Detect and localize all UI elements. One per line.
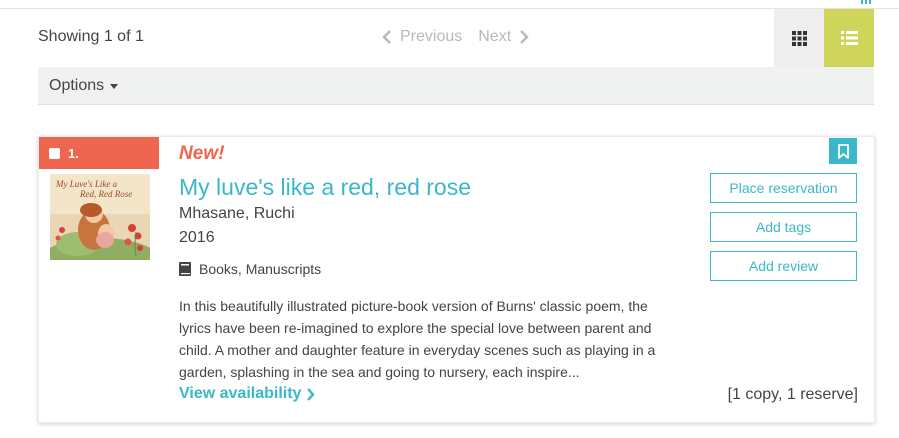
select-checkbox[interactable] [49, 147, 60, 159]
add-tags-button[interactable]: Add tags [710, 212, 857, 242]
result-number: 1. [68, 145, 79, 161]
results-toolbar: Showing 1 of 1 Previous Next [38, 9, 874, 67]
results-count: Showing 1 of 1 [38, 28, 144, 45]
result-author: Mhasane, Ruchi [179, 205, 295, 222]
result-year: 2016 [179, 229, 215, 246]
place-reservation-button[interactable]: Place reservation [710, 173, 857, 203]
options-bar: Options [38, 67, 874, 105]
svg-text:My Luve's Like a: My Luve's Like a [55, 179, 118, 189]
pagination: Previous Next [382, 28, 529, 46]
copies-status: [1 copy, 1 reserve] [727, 386, 858, 403]
result-number-badge: 1. [39, 137, 159, 169]
next-button[interactable]: Next [478, 28, 529, 46]
grid-icon [791, 30, 807, 46]
options-label: Options [49, 77, 105, 94]
list-view-button[interactable] [824, 9, 874, 67]
list-icon [840, 31, 858, 45]
result-format: Books, Manuscripts [179, 261, 321, 277]
view-availability-label: View availability [179, 385, 302, 402]
book-cover-image[interactable]: My Luve's Like a Red, Red Rose [50, 174, 150, 260]
svg-text:Red, Red Rose: Red, Red Rose [79, 189, 132, 199]
caret-down-icon [110, 83, 119, 89]
next-label: Next [478, 28, 512, 45]
new-badge: New! [179, 143, 225, 164]
bookmark-icon [837, 143, 849, 159]
chevron-right-icon [307, 387, 316, 401]
view-availability-link[interactable]: View availability [179, 385, 316, 403]
grid-view-button[interactable] [774, 9, 824, 67]
result-card: 1. My Luve's Like a Red, Red Rose New! M… [38, 136, 875, 423]
book-icon [179, 262, 191, 276]
options-dropdown[interactable]: Options [49, 77, 119, 95]
chevron-left-icon [382, 30, 391, 44]
add-review-button[interactable]: Add review [710, 251, 857, 281]
corner-indicator-icon [861, 0, 873, 4]
previous-label: Previous [400, 28, 463, 45]
result-title-link[interactable]: My luve's like a red, red rose [179, 174, 471, 201]
chevron-right-icon [520, 30, 529, 44]
bookmark-button[interactable] [829, 138, 857, 164]
result-summary: In this beautifully illustrated picture-… [179, 298, 656, 380]
previous-button[interactable]: Previous [382, 28, 462, 46]
format-label: Books, Manuscripts [199, 261, 322, 277]
